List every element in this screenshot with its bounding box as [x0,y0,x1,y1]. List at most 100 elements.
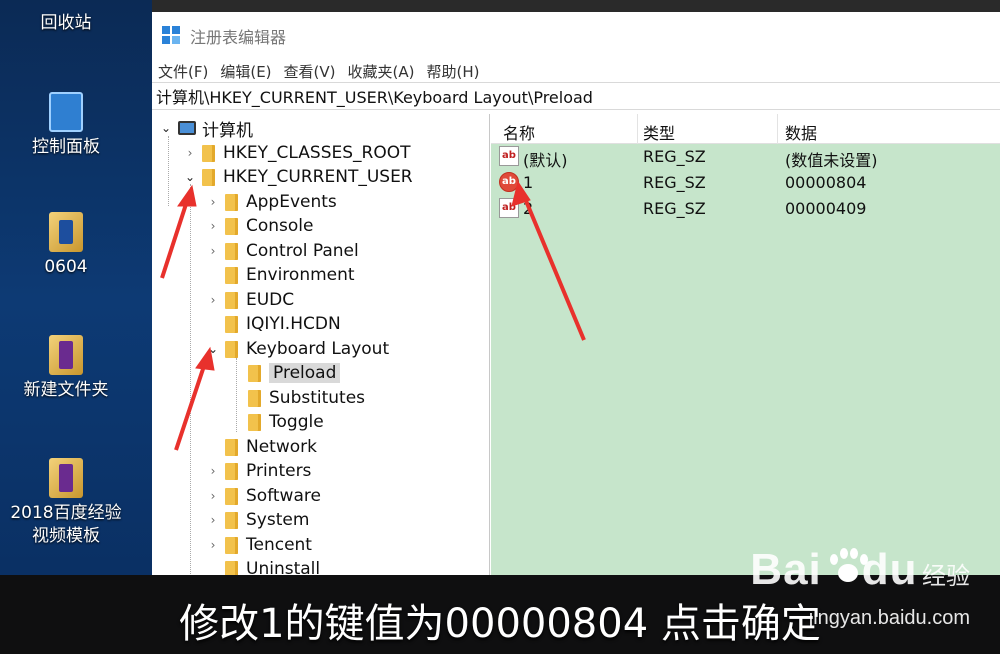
folder-icon [225,438,238,456]
value-type: REG_SZ [643,173,706,192]
chevron-right-icon[interactable]: › [182,145,198,161]
folder-icon [225,193,238,211]
folder-icon [225,291,238,309]
chevron-down-icon[interactable]: ⌄ [158,120,174,136]
panes: ⌄ 计算机 › HKEY_CLASSES_ROOT ⌄ HKEY_CURRENT… [152,114,1000,575]
tree-item-environment[interactable]: Environment [205,263,355,287]
tree-item-label: Console [246,216,314,236]
folder-icon [225,340,238,358]
desktop-icon-label: 2018百度经验视频模板 [10,503,122,546]
folder-icon [49,335,83,375]
menu-edit[interactable]: 编辑(E) [220,61,271,82]
desktop-icon-label: 回收站 [40,13,92,33]
chevron-right-icon[interactable]: › [205,243,221,259]
value-row[interactable]: ab (默认) REG_SZ (数值未设置) [491,144,1000,170]
desktop-icon-baidu-template[interactable]: 2018百度经验视频模板 [6,458,126,548]
tree-item-printers[interactable]: › Printers [205,459,312,483]
chevron-right-icon[interactable]: › [205,537,221,553]
folder-icon [225,315,238,333]
chevron-right-icon[interactable]: › [205,194,221,210]
document-folder-icon [49,212,83,252]
tree-item-eudc[interactable]: › EUDC [205,288,295,312]
menu-favorites[interactable]: 收藏夹(A) [348,61,415,82]
tree-item-substitutes[interactable]: Substitutes [228,386,365,410]
tree-item-console[interactable]: › Console [205,214,314,238]
folder-icon [225,217,238,235]
tree-item-label: Control Panel [246,241,359,261]
chevron-right-icon[interactable]: › [205,292,221,308]
desktop: 回收站 控制面板 0604 新建文件夹 2018百度经验视频模板 [0,0,152,600]
tree-item-label: System [246,510,310,530]
value-data: (数值未设置) [785,151,878,170]
chevron-down-icon[interactable]: ⌄ [205,341,221,357]
menu-file[interactable]: 文件(F) [158,61,208,82]
desktop-icon-recycle-bin[interactable]: 回收站 [6,12,126,35]
tree-item-toggle[interactable]: Toggle [228,410,324,434]
tree-item-tencent[interactable]: › Tencent [205,533,312,557]
desktop-icon-0604[interactable]: 0604 [6,212,126,279]
title-bar: 注册表编辑器 [152,12,1000,60]
tree-item-keyboard-layout[interactable]: ⌄ Keyboard Layout [205,337,389,361]
tree-item-label: AppEvents [246,192,337,212]
value-data: 00000409 [785,199,867,218]
chevron-right-icon[interactable]: › [205,512,221,528]
watermark-url: jingyan.baidu.com [808,607,970,629]
tree-item-control-panel[interactable]: › Control Panel [205,239,359,263]
tree-item-hkcu[interactable]: ⌄ HKEY_CURRENT_USER [182,165,413,189]
tree-item-system[interactable]: › System [205,508,310,532]
tree-item-computer[interactable]: ⌄ 计算机 [158,116,253,141]
value-name: 2 [523,199,534,218]
desktop-icon-label: 0604 [44,257,88,277]
watermark-brand: Bai [750,545,822,594]
folder-icon [225,487,238,505]
address-bar[interactable]: 计算机\HKEY_CURRENT_USER\Keyboard Layout\Pr… [152,82,1000,110]
value-name: (默认) [523,151,568,170]
key-tree: ⌄ 计算机 › HKEY_CLASSES_ROOT ⌄ HKEY_CURRENT… [152,114,490,575]
folder-icon [248,364,261,382]
baidu-watermark: Bai du 经验 jingyan.baidu.com [750,545,970,629]
folder-icon [248,389,261,407]
desktop-icon-label: 新建文件夹 [23,380,109,400]
chevron-right-icon[interactable]: › [205,488,221,504]
column-header-name[interactable]: 名称 [503,120,535,144]
desktop-icon-control-panel[interactable]: 控制面板 [6,92,126,159]
watermark-brand-2: du [861,545,918,594]
tree-item-uninstall[interactable]: Uninstall [205,557,320,575]
folder-icon [49,458,83,498]
menu-view[interactable]: 查看(V) [284,61,336,82]
tree-item-iqiyi[interactable]: IQIYI.HCDN [205,312,341,336]
value-type: REG_SZ [643,199,706,218]
folder-icon [202,168,215,186]
tree-item-label: HKEY_CURRENT_USER [223,167,413,187]
chevron-right-icon[interactable]: › [205,218,221,234]
value-name: 1 [523,173,534,192]
string-value-icon: ab [499,146,519,166]
value-data: 00000804 [785,173,867,192]
tree-item-label: Substitutes [269,388,366,408]
menu-help[interactable]: 帮助(H) [426,61,479,82]
value-row[interactable]: ab 2 REG_SZ 00000409 [491,196,1000,222]
folder-icon [225,560,238,575]
desktop-icon-new-folder[interactable]: 新建文件夹 [6,335,126,402]
string-value-icon: ab [499,172,519,192]
folder-icon [225,536,238,554]
values-header: 名称 类型 数据 [491,114,1000,144]
tree-item-hkcr[interactable]: › HKEY_CLASSES_ROOT [182,141,411,165]
tree-item-label: Uninstall [246,559,321,575]
registry-app-icon [162,26,182,46]
chevron-right-icon[interactable]: › [205,463,221,479]
tree-item-network[interactable]: Network [205,435,317,459]
string-value-icon: ab [499,198,519,218]
value-row[interactable]: ab 1 REG_SZ 00000804 [491,170,1000,196]
tree-item-preload[interactable]: Preload [228,361,341,385]
tree-item-appevents[interactable]: › AppEvents [205,190,337,214]
folder-icon [248,413,261,431]
tree-item-software[interactable]: › Software [205,484,321,508]
watermark-sub: 经验 [922,563,970,590]
computer-icon [178,121,196,135]
address-path: 计算机\HKEY_CURRENT_USER\Keyboard Layout\Pr… [156,88,593,107]
column-header-data[interactable]: 数据 [785,120,817,144]
menu-bar: 文件(F) 编辑(E) 查看(V) 收藏夹(A) 帮助(H) [152,60,1000,82]
chevron-down-icon[interactable]: ⌄ [182,169,198,185]
column-header-type[interactable]: 类型 [643,120,675,144]
